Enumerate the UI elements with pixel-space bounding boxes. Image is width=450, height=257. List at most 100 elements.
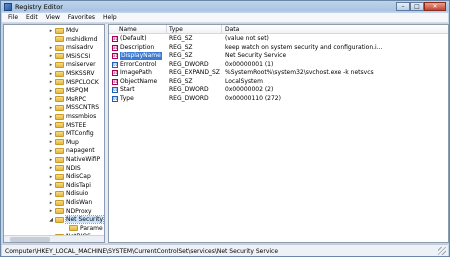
folder-icon xyxy=(55,190,64,197)
expand-arrow-icon[interactable]: ▸ xyxy=(48,139,54,145)
expand-arrow-icon[interactable]: ▸ xyxy=(48,174,54,180)
value-data: LocalSystem xyxy=(225,77,263,85)
tree-item[interactable]: mshidkmd xyxy=(48,35,97,44)
maximize-button[interactable]: □ xyxy=(410,2,424,11)
value-type: REG_EXPAND_SZ xyxy=(169,69,220,76)
expand-arrow-icon[interactable]: ▸ xyxy=(48,157,54,163)
expand-arrow-icon[interactable]: ▸ xyxy=(48,182,54,188)
expand-arrow-icon[interactable]: ▸ xyxy=(48,53,54,59)
scrollbar-thumb[interactable] xyxy=(10,237,50,242)
expand-arrow-icon[interactable]: ▸ xyxy=(48,45,54,51)
menu-edit[interactable]: Edit xyxy=(22,14,42,21)
tree-item[interactable]: ▸ NDProxy xyxy=(48,207,92,216)
dword-value-icon: 01 xyxy=(112,87,119,93)
resize-grip-icon[interactable] xyxy=(438,247,446,255)
tree-item[interactable]: ▸ Ndisuio xyxy=(48,189,89,198)
expand-arrow-icon[interactable]: ▸ xyxy=(48,208,54,214)
value-row[interactable]: ab ImagePath REG_EXPAND_SZ %SystemRoot%\sys… xyxy=(109,69,448,77)
tree-item[interactable]: ◢ Net Security xyxy=(48,215,104,225)
tree-item[interactable]: Parame xyxy=(62,224,103,233)
window-controls: – □ ✕ xyxy=(396,2,446,11)
folder-icon xyxy=(55,36,64,43)
expand-arrow-icon[interactable]: ▸ xyxy=(48,148,54,154)
expand-arrow-icon[interactable]: ▸ xyxy=(48,71,54,77)
tree-item-label: NDIS xyxy=(66,164,81,172)
value-type: REG_SZ xyxy=(169,43,193,51)
value-type: REG_DWORD xyxy=(169,94,209,102)
folder-icon xyxy=(69,225,78,232)
value-data: keep watch on system security and config… xyxy=(225,43,383,51)
string-value-icon: ab xyxy=(112,53,118,59)
folder-icon xyxy=(55,165,64,172)
folder-icon xyxy=(55,61,64,68)
tree-item[interactable]: ▸ Mup xyxy=(48,138,79,147)
tree-item[interactable]: ▸ NdisCap xyxy=(48,172,91,181)
tree-item[interactable]: ▸ NativeWifiP xyxy=(48,155,101,164)
column-divider[interactable] xyxy=(221,25,222,34)
expand-arrow-icon[interactable]: ▸ xyxy=(48,88,54,94)
value-data: 0x00000110 (272) xyxy=(225,94,281,102)
value-row[interactable]: 01 ErrorControl REG_DWORD 0x00000001 (1) xyxy=(109,61,448,69)
expand-arrow-icon[interactable]: ▸ xyxy=(48,122,54,128)
expand-arrow-icon[interactable]: ▸ xyxy=(48,191,54,197)
tree-item[interactable]: ▸ msisadrv xyxy=(48,43,94,52)
close-button[interactable]: ✕ xyxy=(424,2,446,11)
tree-item[interactable]: ▸ Mdv xyxy=(48,26,79,35)
tree-item[interactable]: ▸ MTConfig xyxy=(48,129,94,138)
menu-view[interactable]: View xyxy=(42,14,64,21)
value-data: 0x00000001 (1) xyxy=(225,60,274,68)
expand-arrow-icon[interactable]: ▸ xyxy=(48,165,54,171)
tree-item[interactable]: ▸ MSiSCSI xyxy=(48,52,91,61)
registry-key-tree[interactable]: ▸NetBIOSParame◢Net Security▸NDProxy▸Ndis… xyxy=(3,24,105,243)
value-row[interactable]: 01 Start REG_DWORD 0x00000002 (2) xyxy=(109,86,448,94)
tree-item-label: MsRPC xyxy=(66,95,87,103)
tree-item[interactable]: ▸ napagent xyxy=(48,146,95,155)
tree-item[interactable]: ▸ MSTEE xyxy=(48,121,87,130)
expand-arrow-icon[interactable]: ▸ xyxy=(48,200,54,206)
value-row[interactable]: ab (Default) REG_SZ (value not set) xyxy=(109,35,448,43)
expand-arrow-icon[interactable]: ▸ xyxy=(48,114,54,120)
value-row[interactable]: 01 Type REG_DWORD 0x00000110 (272) xyxy=(109,95,448,103)
tree-item[interactable]: ▸ MSPCLOCK xyxy=(48,78,99,87)
expand-arrow-icon[interactable]: ▸ xyxy=(48,131,54,137)
expand-arrow-icon[interactable]: ▸ xyxy=(48,62,54,68)
menu-favorites[interactable]: Favorites xyxy=(64,14,99,21)
expand-arrow-icon[interactable]: ▸ xyxy=(48,105,54,111)
value-row[interactable]: ab Description REG_SZ keep watch on system … xyxy=(109,44,448,52)
folder-icon xyxy=(55,156,64,163)
tree-item[interactable]: ▸ MSPQM xyxy=(48,86,89,95)
string-value-icon: ab xyxy=(112,44,118,51)
folder-icon xyxy=(55,208,64,215)
column-type[interactable]: Type xyxy=(169,26,183,33)
value-data: %SystemRoot%\system32\svchost.exe -k net… xyxy=(225,69,374,76)
folder-icon xyxy=(55,87,64,94)
expand-arrow-icon[interactable]: ◢ xyxy=(48,217,54,223)
expand-arrow-icon[interactable]: ▸ xyxy=(48,96,54,102)
tree-item[interactable]: ▸ NdisTapi xyxy=(48,181,91,190)
folder-icon xyxy=(55,147,64,154)
tree-item[interactable]: ▸ MsRPC xyxy=(48,95,87,104)
expand-arrow-icon[interactable]: ▸ xyxy=(48,28,54,34)
tree-item[interactable]: ▸ MSKSSRV xyxy=(48,69,95,78)
minimize-button[interactable]: – xyxy=(396,2,410,11)
value-row[interactable]: ab DisplayName REG_SZ Net Security Service xyxy=(109,52,448,60)
column-data[interactable]: Data xyxy=(225,26,239,33)
tree-item[interactable]: ▸ NdisWan xyxy=(48,198,92,207)
column-name[interactable]: Name xyxy=(119,26,137,33)
dword-value-icon: 01 xyxy=(112,61,119,68)
tree-item[interactable]: ▸ mssmbios xyxy=(48,112,96,121)
tree-item[interactable]: ▸ msiserver xyxy=(48,60,96,69)
tree-horizontal-scrollbar[interactable] xyxy=(4,235,104,242)
tree-item[interactable]: ▸ NDIS xyxy=(48,164,81,173)
folder-icon xyxy=(55,216,64,223)
expand-arrow-icon[interactable]: ▸ xyxy=(48,79,54,85)
menu-bar: File Edit View Favorites Help xyxy=(2,13,448,23)
value-row[interactable]: ab ObjectName REG_SZ LocalSystem xyxy=(109,78,448,86)
folder-icon xyxy=(55,96,64,103)
title-bar[interactable]: Registry Editor – □ ✕ xyxy=(1,1,449,13)
key-path: Computer\HKEY_LOCAL_MACHINE\SYSTEM\Curre… xyxy=(5,248,279,255)
column-divider[interactable] xyxy=(166,25,167,34)
menu-file[interactable]: File xyxy=(4,14,22,21)
tree-item[interactable]: ▸ MSSCNTRS xyxy=(48,103,99,112)
menu-help[interactable]: Help xyxy=(99,14,121,21)
